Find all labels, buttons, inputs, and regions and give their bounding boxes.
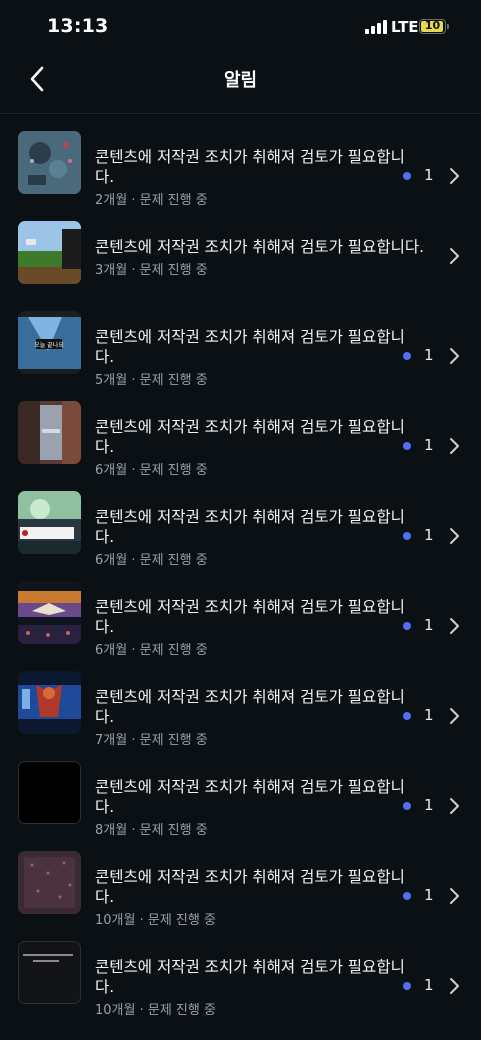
network-type: LTE [391, 18, 419, 36]
video-thumbnail [18, 671, 81, 734]
notification-item[interactable]: 콘텐츠에 저작권 조치가 취해져 검토가 필요합니다. 3개월 · 문제 진행 … [0, 204, 481, 294]
notification-item[interactable]: 콘텐츠에 저작권 조치가 취해져 검토가 필요합니 다. 6개월 · 문제 진행… [0, 384, 481, 478]
video-thumbnail [18, 581, 81, 644]
notification-count: 1 [424, 436, 434, 454]
video-thumbnail: 오늘 끝나요 [18, 311, 81, 374]
video-thumbnail [18, 401, 81, 464]
notification-status: 문제 진행 중 [139, 263, 208, 278]
unread-dot [403, 802, 411, 810]
notification-count: 1 [424, 526, 434, 544]
video-thumbnail [18, 851, 81, 914]
notification-message: 콘텐츠에 저작권 조치가 취해져 검토가 필요합니다. [95, 238, 425, 256]
header: 알림 [0, 52, 481, 114]
battery-level: 10 [424, 19, 441, 32]
unread-dot [403, 622, 411, 630]
notification-count: 1 [424, 976, 434, 994]
notification-count: 1 [424, 166, 434, 184]
unread-dot [403, 172, 411, 180]
chevron-right-icon [450, 248, 459, 264]
signal-icon [365, 20, 387, 34]
notification-message: 콘텐츠에 저작권 조치가 취해져 검토가 필요합니 다. [95, 418, 405, 456]
notification-item[interactable]: 콘텐츠에 저작권 조치가 취해져 검토가 필요합니 다. 7개월 · 문제 진행… [0, 654, 481, 748]
unread-dot [403, 352, 411, 360]
video-thumbnail [18, 761, 81, 824]
chevron-right-icon [450, 168, 459, 184]
page-title: 알림 [223, 70, 258, 91]
thumbnail-caption: 오늘 끝나요 [34, 341, 64, 349]
notification-list: 콘텐츠에 저작권 조치가 취해져 검토가 필요합니 다. 2개월 · 문제 진행… [0, 114, 481, 1018]
notification-count: 1 [424, 616, 434, 634]
chevron-right-icon [450, 978, 459, 994]
notification-count: 1 [424, 796, 434, 814]
notification-item[interactable]: 콘텐츠에 저작권 조치가 취해져 검토가 필요합니 다. 10개월 · 문제 진… [0, 924, 481, 1018]
video-thumbnail [18, 491, 81, 554]
notification-message: 콘텐츠에 저작권 조치가 취해져 검토가 필요합니 다. [95, 148, 405, 186]
chevron-right-icon [450, 798, 459, 814]
notification-message: 콘텐츠에 저작권 조치가 취해져 검토가 필요합니 다. [95, 688, 405, 726]
notification-count: 1 [424, 346, 434, 364]
status-time: 13:13 [47, 15, 109, 37]
notification-age: 3개월 [95, 263, 128, 278]
notification-count: 1 [424, 886, 434, 904]
unread-dot [403, 442, 411, 450]
status-bar: 13:13 LTE 10 [0, 0, 481, 52]
notification-meta: 3개월 · 문제 진행 중 [95, 263, 208, 278]
notification-meta: 10개월 · 문제 진행 중 [95, 1003, 216, 1018]
notification-message: 콘텐츠에 저작권 조치가 취해져 검토가 필요합니 다. [95, 508, 405, 546]
notification-item[interactable]: 오늘 끝나요 콘텐츠에 저작권 조치가 취해져 검토가 필요합니 다. 5개월 … [0, 294, 481, 388]
unread-dot [403, 712, 411, 720]
unread-dot [403, 982, 411, 990]
notification-message: 콘텐츠에 저작권 조치가 취해져 검토가 필요합니 다. [95, 778, 405, 816]
notification-item[interactable]: 콘텐츠에 저작권 조치가 취해져 검토가 필요합니 다. 6개월 · 문제 진행… [0, 474, 481, 568]
notification-message: 콘텐츠에 저작권 조치가 취해져 검토가 필요합니 다. [95, 328, 405, 366]
unread-dot [403, 892, 411, 900]
notification-count: 1 [424, 706, 434, 724]
notification-item[interactable]: 콘텐츠에 저작권 조치가 취해져 검토가 필요합니 다. 2개월 · 문제 진행… [0, 114, 481, 208]
chevron-right-icon [450, 348, 459, 364]
video-thumbnail [18, 221, 81, 284]
battery-icon: 10 [419, 19, 449, 34]
notification-item[interactable]: 콘텐츠에 저작권 조치가 취해져 검토가 필요합니 다. 6개월 · 문제 진행… [0, 564, 481, 658]
unread-dot [403, 532, 411, 540]
chevron-right-icon [450, 708, 459, 724]
chevron-right-icon [450, 888, 459, 904]
chevron-right-icon [450, 528, 459, 544]
notification-item[interactable]: 콘텐츠에 저작권 조치가 취해져 검토가 필요합니 다. 8개월 · 문제 진행… [0, 744, 481, 838]
notification-message: 콘텐츠에 저작권 조치가 취해져 검토가 필요합니 다. [95, 958, 405, 996]
video-thumbnail [18, 941, 81, 1004]
notification-status: 문제 진행 중 [147, 1003, 216, 1018]
notification-message: 콘텐츠에 저작권 조치가 취해져 검토가 필요합니 다. [95, 598, 405, 636]
notification-item[interactable]: 콘텐츠에 저작권 조치가 취해져 검토가 필요합니 다. 10개월 · 문제 진… [0, 834, 481, 928]
video-thumbnail [18, 131, 81, 194]
chevron-right-icon [450, 438, 459, 454]
chevron-right-icon [450, 618, 459, 634]
notification-message: 콘텐츠에 저작권 조치가 취해져 검토가 필요합니 다. [95, 868, 405, 906]
notification-age: 10개월 [95, 1003, 136, 1018]
